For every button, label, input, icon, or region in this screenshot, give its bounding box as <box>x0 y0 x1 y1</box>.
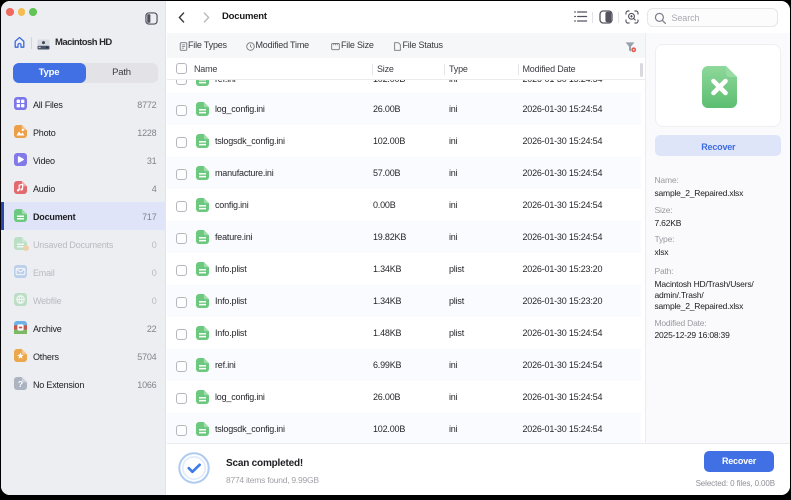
svg-text:?: ? <box>18 379 23 389</box>
